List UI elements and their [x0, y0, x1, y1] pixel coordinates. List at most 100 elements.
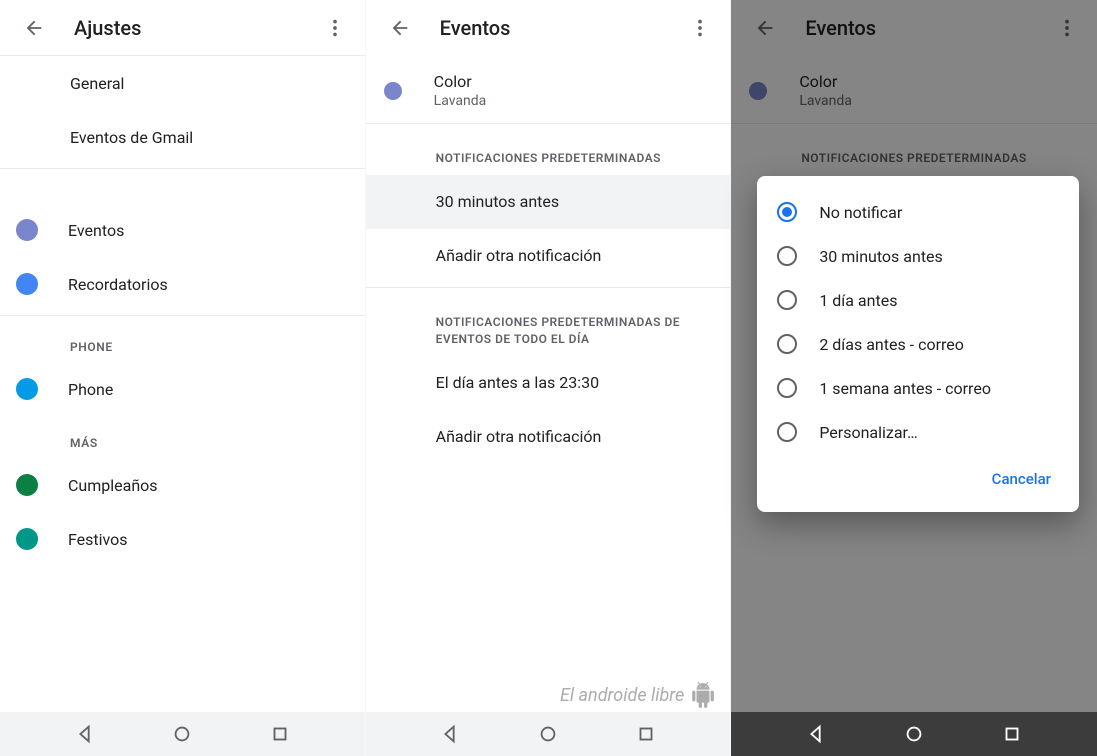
add-notification-row[interactable]: Añadir otra notificación [366, 229, 731, 283]
radio-label: No notificar [819, 203, 902, 222]
nav-home-button[interactable] [537, 723, 559, 745]
color-dot-icon [16, 378, 38, 400]
section-header-phone: PHONE [0, 320, 365, 362]
radio-icon [777, 246, 797, 266]
radio-option-1semana[interactable]: 1 semana antes - correo [757, 366, 1079, 410]
radio-label: 1 día antes [819, 291, 897, 310]
color-dot-icon [16, 219, 38, 241]
more-vert-icon [324, 17, 346, 39]
arrow-back-icon [23, 17, 45, 39]
list-item-label: General [70, 74, 124, 93]
radio-icon [777, 290, 797, 310]
radio-icon [777, 422, 797, 442]
nav-home-icon [903, 723, 925, 745]
section-header-mas: MÁS [0, 416, 365, 458]
nav-home-button[interactable] [171, 723, 193, 745]
list-item-label: Cumpleaños [68, 476, 158, 495]
color-dot-icon [16, 273, 38, 295]
list-item-label: Eventos [68, 221, 124, 240]
overflow-menu-button[interactable] [315, 8, 355, 48]
divider [366, 123, 731, 124]
allday-notification-row[interactable]: El día antes a las 23:30 [366, 355, 731, 409]
screen-settings: Ajustes General Eventos de Gmail Eventos… [0, 0, 366, 756]
section-header-notif: NOTIFICACIONES PREDETERMINADAS [366, 128, 731, 175]
list-item-recordatorios[interactable]: Recordatorios [0, 257, 365, 311]
list-item-gmail-events[interactable]: Eventos de Gmail [0, 110, 365, 164]
notification-row-selected[interactable]: 30 minutos antes [366, 175, 731, 229]
list-item-label: Recordatorios [68, 275, 168, 294]
radio-icon [777, 378, 797, 398]
notification-dialog: No notificar 30 minutos antes 1 día ante… [757, 176, 1079, 512]
nav-back-button[interactable] [805, 723, 827, 745]
android-navbar [0, 712, 365, 756]
add-allday-notification-row[interactable]: Añadir otra notificación [366, 409, 731, 463]
radio-option-30min[interactable]: 30 minutos antes [757, 234, 1079, 278]
page-title: Ajustes [74, 16, 141, 40]
list-item-label: Eventos de Gmail [70, 128, 193, 147]
radio-label: 1 semana antes - correo [819, 379, 991, 398]
color-label: Color [434, 72, 487, 91]
nav-recent-button[interactable] [269, 723, 291, 745]
notification-label: 30 minutos antes [436, 192, 559, 211]
allday-notification-label: El día antes a las 23:30 [436, 373, 599, 392]
nav-home-icon [537, 723, 559, 745]
nav-back-icon [439, 723, 461, 745]
radio-label: 30 minutos antes [819, 247, 942, 266]
screen-eventos-dialog: Eventos Color Lavanda NOTIFICACIONES PRE… [731, 0, 1097, 756]
list-item-festivos[interactable]: Festivos [0, 512, 365, 566]
divider [0, 168, 365, 169]
nav-recent-icon [635, 723, 657, 745]
radio-option-no-notificar[interactable]: No notificar [757, 190, 1079, 234]
radio-icon [777, 334, 797, 354]
nav-back-icon [805, 723, 827, 745]
nav-back-button[interactable] [439, 723, 461, 745]
color-value: Lavanda [434, 93, 487, 109]
dialog-actions: Cancelar [757, 454, 1079, 504]
appbar: Eventos [366, 0, 731, 56]
radio-label: 2 días antes - correo [819, 335, 964, 354]
nav-home-icon [171, 723, 193, 745]
nav-back-button[interactable] [74, 723, 96, 745]
list-item-general[interactable]: General [0, 56, 365, 110]
android-icon [690, 682, 716, 708]
eventos-content: Color Lavanda NOTIFICACIONES PREDETERMIN… [366, 56, 731, 712]
color-dot-icon [16, 528, 38, 550]
radio-option-2dias[interactable]: 2 días antes - correo [757, 322, 1079, 366]
nav-home-button[interactable] [903, 723, 925, 745]
list-item-cumple[interactable]: Cumpleaños [0, 458, 365, 512]
back-button[interactable] [380, 8, 420, 48]
list-item-label: Phone [68, 380, 113, 399]
nav-recent-button[interactable] [1001, 723, 1023, 745]
android-navbar [731, 712, 1097, 756]
nav-recent-icon [1001, 723, 1023, 745]
arrow-back-icon [389, 17, 411, 39]
cancel-button[interactable]: Cancelar [982, 462, 1061, 496]
radio-option-1dia[interactable]: 1 día antes [757, 278, 1079, 322]
divider [366, 287, 731, 288]
color-dot-icon [16, 474, 38, 496]
radio-label: Personalizar… [819, 423, 917, 442]
back-button[interactable] [14, 8, 54, 48]
settings-list: General Eventos de Gmail Eventos Recorda… [0, 56, 365, 712]
color-swatch-icon [384, 82, 402, 100]
android-navbar [366, 712, 731, 756]
radio-icon [777, 202, 797, 222]
color-row[interactable]: Color Lavanda [366, 56, 731, 119]
watermark-text: El androide libre [560, 685, 684, 706]
add-notification-label: Añadir otra notificación [436, 246, 602, 265]
appbar: Ajustes [0, 0, 365, 56]
watermark: El androide libre [560, 682, 716, 708]
list-item-phone[interactable]: Phone [0, 362, 365, 416]
section-header-allday: NOTIFICACIONES PREDETERMINADAS DE EVENTO… [366, 292, 731, 356]
nav-recent-button[interactable] [635, 723, 657, 745]
nav-recent-icon [269, 723, 291, 745]
list-item-eventos[interactable]: Eventos [0, 203, 365, 257]
nav-back-icon [74, 723, 96, 745]
more-vert-icon [689, 17, 711, 39]
overflow-menu-button[interactable] [680, 8, 720, 48]
screen-eventos: Eventos Color Lavanda NOTIFICACIONES PRE… [366, 0, 732, 756]
radio-option-personalizar[interactable]: Personalizar… [757, 410, 1079, 454]
divider [0, 315, 365, 316]
add-notification-label: Añadir otra notificación [436, 427, 602, 446]
list-item-label: Festivos [68, 530, 128, 549]
